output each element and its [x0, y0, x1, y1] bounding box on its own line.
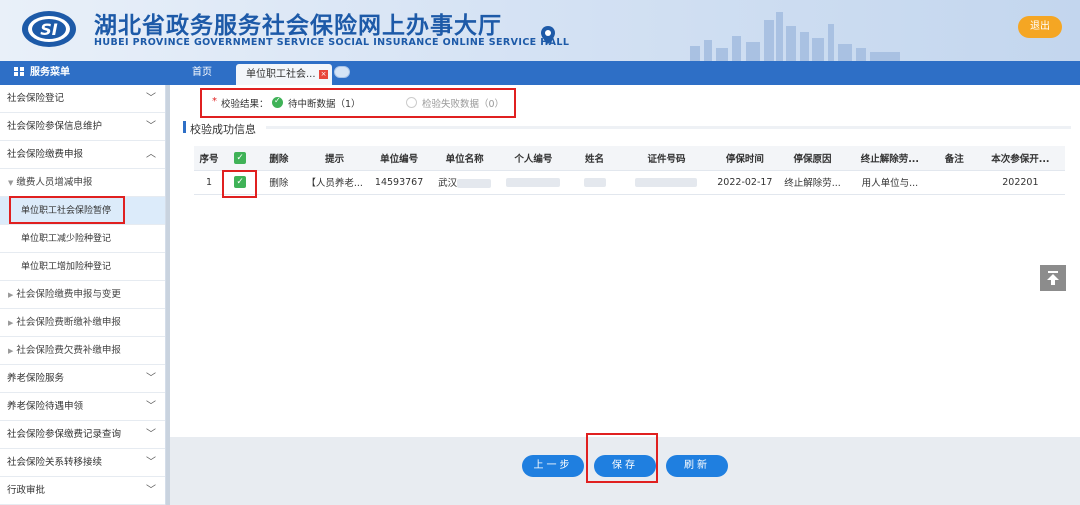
- tab-home[interactable]: 首页: [192, 61, 212, 85]
- radio-pending-data[interactable]: [272, 96, 283, 108]
- sidebar: 社会保险登记 ﹀ 社会保险参保信息维护 ﹀ 社会保险缴费申报 ︿ ▼ 缴费人员增减…: [0, 85, 166, 505]
- cell-remark: [932, 170, 976, 195]
- chevron-down-icon: ﹀: [146, 373, 156, 384]
- sidebar-item-payment-change[interactable]: ▶ 社会保险缴费申报与变更: [0, 281, 165, 309]
- site-title: 湖北省政务服务社会保险网上办事大厅: [94, 13, 502, 39]
- chevron-up-icon: ︿: [146, 149, 156, 160]
- save-button[interactable]: 保存: [594, 455, 656, 477]
- col-header-unit-name: 单位名称: [430, 146, 499, 171]
- chevron-down-icon: ﹀: [146, 401, 156, 412]
- col-header-id-no: 证件号码: [621, 146, 712, 171]
- sidebar-item-interrupted-back-pay[interactable]: ▶ 社会保险费断缴补缴申报: [0, 309, 165, 337]
- back-to-top-button[interactable]: [1040, 265, 1066, 291]
- col-header-hint: 提示: [301, 146, 368, 171]
- chevron-down-icon: ﹀: [146, 457, 156, 468]
- tab-close-icon[interactable]: ×: [319, 70, 328, 79]
- sidebar-item-insured-info-maintenance[interactable]: 社会保险参保信息维护 ﹀: [0, 113, 165, 141]
- chevron-down-icon: ﹀: [146, 93, 156, 104]
- sidebar-item-personnel-change-declaration[interactable]: ▼ 缴费人员增减申报: [0, 169, 165, 197]
- city-skyline-icon: [690, 12, 900, 61]
- header: SI 湖北省政务服务社会保险网上办事大厅 HUBEI PROVINCE GOVE…: [0, 0, 1080, 61]
- site-subtitle: HUBEI PROVINCE GOVERNMENT SERVICE SOCIAL…: [94, 37, 570, 48]
- redacted-block: [635, 177, 698, 187]
- radio-pending-data-label[interactable]: 待中断数据（1）: [288, 96, 361, 110]
- col-header-unit-no: 单位编号: [367, 146, 431, 171]
- validation-result-row: * 校验结果： 待中断数据（1） 检验失败数据（0）: [170, 85, 1080, 119]
- col-header-name: 姓名: [567, 146, 622, 171]
- col-header-remark: 备注: [932, 146, 976, 171]
- sidebar-item-payment-declaration[interactable]: 社会保险缴费申报 ︿: [0, 141, 165, 169]
- cell-stop-date: 2022-02-17: [711, 170, 779, 195]
- sidebar-item-pension-service[interactable]: 养老保险服务 ﹀: [0, 365, 165, 393]
- section-divider: [266, 126, 1071, 129]
- chevron-down-icon: ﹀: [146, 485, 156, 496]
- cell-stop-reason: 终止解除劳...: [778, 170, 847, 195]
- sidebar-item-reduce-insurance[interactable]: 单位职工减少险种登记: [0, 225, 165, 253]
- redacted-block: [583, 177, 606, 187]
- col-header-stop-reason: 停保原因: [778, 146, 847, 171]
- cell-unit-name: 武汉: [430, 170, 499, 195]
- tab-unit-employee-suspend[interactable]: 单位职工社会... ×: [236, 64, 332, 85]
- arrow-up-to-top-icon: [1047, 271, 1059, 285]
- cell-terminate: 用人单位与...: [846, 170, 933, 195]
- redacted-block: [457, 179, 492, 188]
- radio-failed-data-label[interactable]: 检验失败数据（0）: [422, 96, 504, 110]
- tab-bar: 首页 单位职工社会... ×: [168, 61, 1080, 85]
- validation-result-label: 校验结果：: [221, 99, 269, 110]
- logout-button[interactable]: 退出: [1018, 16, 1062, 38]
- triangle-right-icon: ▶: [8, 347, 14, 355]
- table-header-row: 序号 ✓ 删除 提示 单位编号 单位名称 个人编号 姓名 证件号码 停保时间 停…: [194, 146, 1065, 171]
- col-header-stop-date: 停保时间: [711, 146, 779, 171]
- logo-text: SI: [40, 20, 58, 39]
- service-menu-title: 服务菜单: [30, 67, 70, 78]
- triangle-right-icon: ▶: [8, 291, 14, 299]
- row-checkbox[interactable]: ✓: [234, 176, 247, 188]
- sidebar-item-add-insurance[interactable]: 单位职工增加险种登记: [0, 253, 165, 281]
- section-title: 校验成功信息: [190, 123, 256, 136]
- select-all-checkbox[interactable]: ✓: [234, 151, 247, 164]
- sidebar-item-pension-benefit[interactable]: 养老保险待遇申领 ﹀: [0, 393, 165, 421]
- col-header-delete: 删除: [256, 146, 302, 171]
- cell-person-no: [498, 170, 568, 195]
- si-logo-icon: SI: [22, 11, 76, 47]
- sidebar-item-arrears-back-pay[interactable]: ▶ 社会保险费欠费补缴申报: [0, 337, 165, 365]
- sidebar-item-admin-approval[interactable]: 行政审批 ﹀: [0, 477, 165, 505]
- cell-name: [567, 170, 622, 195]
- sidebar-item-relation-transfer[interactable]: 社会保险关系转移接续 ﹀: [0, 449, 165, 477]
- action-footer: 上一步 保存 刷新: [170, 437, 1080, 505]
- cell-hint: 【人员养老...: [301, 170, 368, 195]
- tab-active-label: 单位职工社会...: [246, 69, 316, 80]
- radio-failed-data[interactable]: [406, 97, 417, 108]
- triangle-down-icon: ▼: [8, 179, 14, 187]
- col-header-person-no: 个人编号: [498, 146, 568, 171]
- required-star: *: [212, 96, 217, 107]
- col-header-terminate: 终止解除劳...: [846, 146, 933, 171]
- service-menu-bar: 服务菜单: [0, 61, 168, 85]
- cell-select[interactable]: ✓: [224, 170, 257, 195]
- cell-start: 202201: [975, 170, 1065, 195]
- grid-menu-icon: [14, 67, 24, 76]
- tab-scroll-icon[interactable]: [334, 66, 350, 78]
- chevron-down-icon: ﹀: [146, 121, 156, 132]
- location-pin-icon[interactable]: [541, 26, 555, 44]
- sidebar-item-payment-records[interactable]: 社会保险参保缴费记录查询 ﹀: [0, 421, 165, 449]
- previous-step-button[interactable]: 上一步: [522, 455, 584, 477]
- redacted-block: [506, 177, 561, 187]
- sidebar-item-unit-employee-suspend[interactable]: 单位职工社会保险暂停: [0, 197, 165, 225]
- section-accent-bar: [183, 121, 186, 133]
- triangle-right-icon: ▶: [8, 319, 14, 327]
- main-content: * 校验结果： 待中断数据（1） 检验失败数据（0） 校验成功信息 序号 ✓ 删…: [170, 85, 1080, 437]
- refresh-button[interactable]: 刷新: [666, 455, 728, 477]
- table-row[interactable]: 1 ✓ 删除 【人员养老... 14593767 武汉 2022-02-17 终…: [194, 170, 1065, 195]
- col-header-start: 本次参保开...: [975, 146, 1065, 171]
- cell-id-no: [621, 170, 712, 195]
- chevron-down-icon: ﹀: [146, 429, 156, 440]
- col-header-index: 序号: [194, 146, 225, 171]
- cell-delete[interactable]: 删除: [256, 170, 302, 195]
- result-table: 序号 ✓ 删除 提示 单位编号 单位名称 个人编号 姓名 证件号码 停保时间 停…: [194, 146, 1065, 195]
- cell-index: 1: [194, 170, 225, 195]
- col-header-select[interactable]: ✓: [224, 146, 257, 171]
- cell-unit-no: 14593767: [367, 170, 431, 195]
- sidebar-item-social-insurance-registration[interactable]: 社会保险登记 ﹀: [0, 85, 165, 113]
